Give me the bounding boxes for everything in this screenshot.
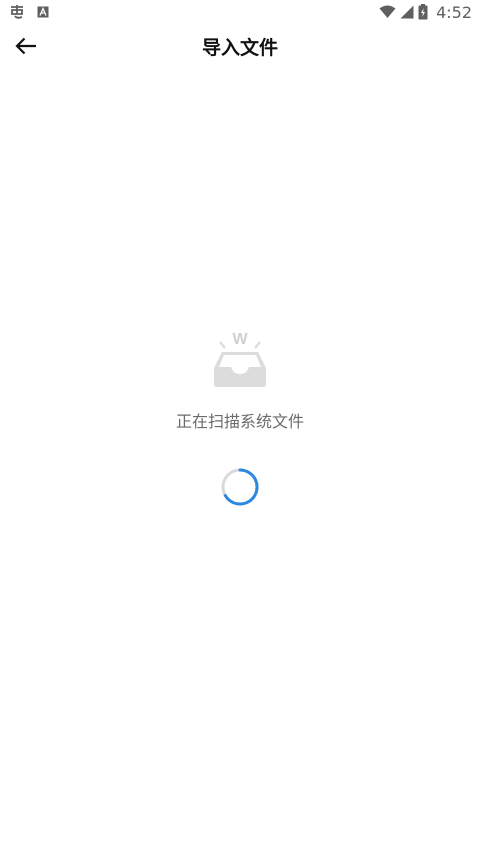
scanning-state: W 正在扫描系统文件 <box>0 326 480 508</box>
status-right: 4:52 <box>379 3 480 22</box>
battery-icon <box>418 4 428 20</box>
wifi-icon <box>379 5 396 19</box>
import-files-screen: 4:52 导入文件 W 正在扫描系统文件 <box>0 0 480 854</box>
scanning-message: 正在扫描系统文件 <box>175 412 304 431</box>
loading-spinner <box>219 466 261 508</box>
inbox-tray-icon: W <box>210 326 270 390</box>
badge-letter: W <box>232 331 248 348</box>
text-a-icon <box>37 6 49 18</box>
page-title: 导入文件 <box>201 37 278 59</box>
status-bar: 4:52 <box>0 0 480 24</box>
cellular-signal-icon <box>400 5 414 19</box>
app-bar: 导入文件 <box>0 24 480 72</box>
notification-app-icon <box>9 4 27 20</box>
status-time: 4:52 <box>436 2 472 22</box>
status-left <box>0 4 49 20</box>
